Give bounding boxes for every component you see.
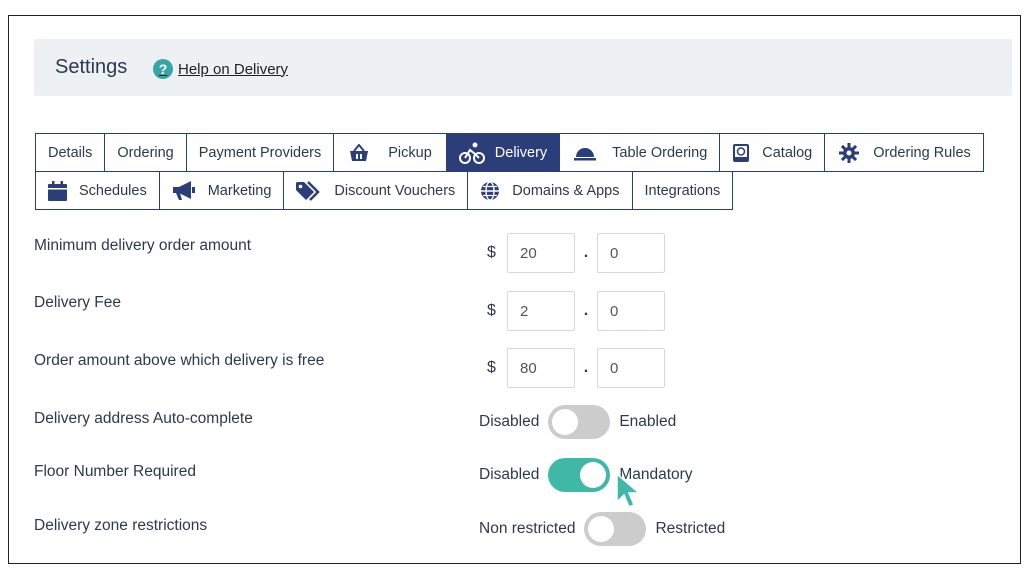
help-link-label: Help on Delivery (178, 60, 289, 78)
tab-label: Ordering Rules (873, 144, 971, 161)
autocomplete-toggle[interactable] (548, 405, 611, 439)
tab-label: Details (48, 144, 93, 161)
free-above-fraction-input[interactable] (597, 348, 665, 388)
tabs-row-2: Schedules Marketing Discount Vouchers Do… (35, 171, 734, 210)
toggle-right-label: Enabled (619, 413, 677, 430)
delivery-fee-whole-input[interactable] (507, 291, 575, 331)
tab-details[interactable]: Details (35, 133, 106, 172)
tab-delivery[interactable]: Delivery (445, 133, 561, 172)
zone-restrictions-toggle-row: Non restricted Restricted (479, 512, 725, 546)
free-above-whole-input[interactable] (507, 348, 575, 388)
gear-icon (839, 142, 860, 163)
tab-catalog[interactable]: Catalog (719, 133, 826, 172)
free-above-label: Order amount above which delivery is fre… (34, 352, 325, 369)
floor-number-toggle-row: Disabled Mandatory (479, 458, 693, 492)
autocomplete-toggle-row: Disabled Enabled (479, 405, 676, 439)
tab-discount-vouchers[interactable]: Discount Vouchers (283, 171, 469, 210)
globe-icon (480, 180, 500, 201)
book-icon (732, 143, 750, 163)
toggle-left-label: Disabled (479, 466, 540, 483)
tab-label: Schedules (79, 182, 147, 199)
tab-label: Payment Providers (198, 144, 322, 161)
delivery-fee-label: Delivery Fee (34, 294, 121, 311)
currency-symbol: $ (487, 244, 496, 261)
autocomplete-label: Delivery address Auto-complete (34, 410, 253, 427)
zone-restrictions-toggle[interactable] (584, 512, 647, 546)
toggle-right-label: Restricted (655, 520, 726, 537)
min-order-amount: $ . (487, 233, 665, 273)
floor-number-toggle[interactable] (548, 458, 611, 492)
tab-marketing[interactable]: Marketing (158, 171, 285, 210)
tab-label: Pickup (388, 144, 432, 161)
tab-label: Discount Vouchers (334, 182, 456, 199)
decimal-point: . (583, 359, 589, 376)
tab-ordering-rules[interactable]: Ordering Rules (824, 133, 984, 172)
tab-domains-apps[interactable]: Domains & Apps (467, 171, 633, 210)
delivery-fee-fraction-input[interactable] (597, 291, 665, 331)
settings-header: Settings ? Help on Delivery (34, 39, 1012, 96)
megaphone-icon (172, 180, 196, 201)
decimal-point: . (583, 302, 589, 319)
tab-label: Delivery (494, 144, 548, 161)
help-icon: ? (153, 59, 173, 79)
settings-panel: Settings ? Help on Delivery Details Orde… (8, 15, 1021, 564)
tag-icon (296, 180, 322, 201)
toggle-knob (552, 409, 579, 435)
tab-label: Ordering (117, 144, 174, 161)
decimal-point: . (583, 244, 589, 261)
currency-symbol: $ (487, 359, 496, 376)
tab-label: Catalog (762, 144, 813, 161)
tab-label: Integrations (644, 182, 721, 199)
tab-label: Domains & Apps (512, 182, 620, 199)
cloche-icon (574, 145, 597, 161)
floor-number-label: Floor Number Required (34, 463, 196, 480)
page-title: Settings (55, 56, 128, 78)
mouse-cursor-icon (616, 472, 641, 508)
basket-icon (348, 143, 370, 162)
min-order-label: Minimum delivery order amount (34, 237, 252, 254)
tab-label: Table Ordering (612, 144, 708, 161)
toggle-left-label: Disabled (479, 413, 540, 430)
calendar-icon (48, 180, 67, 201)
toggle-knob (588, 516, 615, 542)
tab-pickup[interactable]: Pickup (333, 133, 447, 172)
tabs-row-1: Details Ordering Payment Providers Picku… (35, 133, 984, 172)
tab-table-ordering[interactable]: Table Ordering (559, 133, 721, 172)
free-above-amount: $ . (487, 348, 665, 388)
toggle-left-label: Non restricted (479, 520, 576, 537)
bicycle-icon (458, 142, 485, 164)
tab-label: Marketing (207, 182, 272, 199)
currency-symbol: $ (487, 302, 496, 319)
min-order-fraction-input[interactable] (597, 233, 665, 273)
tab-payment-providers[interactable]: Payment Providers (185, 133, 335, 172)
min-order-whole-input[interactable] (507, 233, 575, 273)
toggle-knob (580, 462, 607, 488)
tab-schedules[interactable]: Schedules (35, 171, 160, 210)
help-link[interactable]: ? Help on Delivery (153, 59, 288, 79)
tab-ordering[interactable]: Ordering (104, 133, 187, 172)
tab-integrations[interactable]: Integrations (631, 171, 734, 210)
delivery-fee-amount: $ . (487, 291, 665, 331)
zone-restrictions-label: Delivery zone restrictions (34, 517, 208, 534)
